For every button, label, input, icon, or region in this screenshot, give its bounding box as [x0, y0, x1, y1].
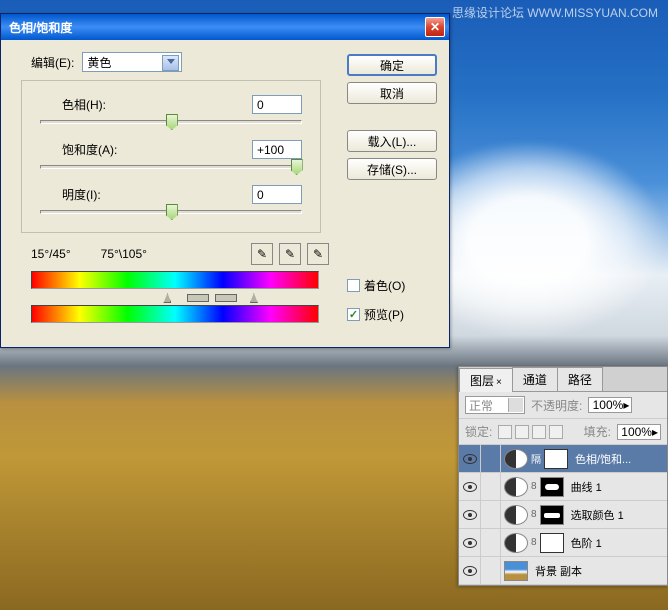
layer-name: 曲线 1 — [567, 479, 667, 495]
fill-input[interactable]: 100%▸ — [617, 424, 661, 440]
visibility-icon[interactable] — [463, 566, 477, 576]
layer-name: 色相/饱和... — [571, 451, 667, 467]
load-button[interactable]: 载入(L)... — [347, 130, 437, 152]
range-bar-icon[interactable] — [187, 294, 209, 302]
visibility-icon[interactable] — [463, 482, 477, 492]
hue-saturation-dialog: 色相/饱和度 ✕ 编辑(E): 黄色 色相(H): — [0, 13, 450, 348]
layer-item[interactable]: 隔 色相/饱和... — [459, 445, 667, 473]
chevron-icon: ▸ — [623, 398, 629, 412]
hue-input[interactable] — [252, 95, 302, 114]
lightness-label: 明度(I): — [62, 186, 101, 203]
close-button[interactable]: ✕ — [425, 17, 445, 37]
range-left: 15°/45° — [31, 247, 71, 261]
slider-thumb-icon[interactable] — [166, 114, 178, 130]
link-icon[interactable] — [481, 557, 501, 584]
tab-paths[interactable]: 路径 — [557, 367, 603, 391]
layer-list: 隔 色相/饱和... 8 曲线 1 8 选取颜色 1 8 色阶 1 — [459, 445, 667, 585]
edit-label: 编辑(E): — [31, 54, 74, 71]
layer-name: 选取颜色 1 — [567, 507, 667, 523]
chevron-down-icon — [167, 59, 175, 64]
adjustment-thumb-icon — [504, 533, 528, 553]
hue-slider[interactable] — [40, 120, 302, 124]
close-icon: × — [496, 377, 502, 388]
saturation-slider[interactable] — [40, 165, 302, 169]
layers-panel: 图层× 通道 路径 正常 不透明度: 100%▸ 锁定: 填充: 100%▸ 隔… — [458, 366, 668, 586]
adjustment-thumb-icon — [504, 505, 528, 525]
preview-checkbox[interactable] — [347, 308, 360, 321]
layer-item[interactable]: 8 色阶 1 — [459, 529, 667, 557]
layer-item[interactable]: 8 曲线 1 — [459, 473, 667, 501]
eyedropper-icon: ✎ — [257, 247, 267, 261]
colorize-label: 着色(O) — [364, 277, 405, 294]
saturation-input[interactable] — [252, 140, 302, 159]
colorize-checkbox[interactable] — [347, 279, 360, 292]
layer-item[interactable]: 8 选取颜色 1 — [459, 501, 667, 529]
slider-thumb-icon[interactable] — [166, 204, 178, 220]
cancel-button[interactable]: 取消 — [347, 82, 437, 104]
hue-spectrum-bottom — [31, 305, 319, 323]
hue-label: 色相(H): — [62, 96, 106, 113]
link-icon[interactable] — [481, 501, 501, 528]
lightness-input[interactable] — [252, 185, 302, 204]
visibility-icon[interactable] — [463, 538, 477, 548]
opacity-label: 不透明度: — [531, 397, 582, 414]
image-thumb-icon — [504, 561, 528, 581]
hue-range-markers[interactable] — [31, 293, 319, 305]
mask-thumb-icon — [540, 505, 564, 525]
tab-channels[interactable]: 通道 — [512, 367, 558, 391]
lock-all-icon[interactable] — [549, 425, 563, 439]
range-marker-icon[interactable] — [250, 293, 258, 303]
link-icon[interactable] — [481, 445, 501, 472]
close-icon: ✕ — [430, 20, 440, 34]
range-right: 75°\105° — [101, 247, 147, 261]
hue-spectrum-top — [31, 271, 319, 289]
adjustment-thumb-icon — [504, 449, 528, 469]
lightness-slider[interactable] — [40, 210, 302, 214]
save-button[interactable]: 存储(S)... — [347, 158, 437, 180]
layer-name: 色阶 1 — [567, 535, 667, 551]
adjustment-thumb-icon — [504, 477, 528, 497]
link-icon[interactable] — [481, 529, 501, 556]
eyedropper-sub-button[interactable]: ✎ — [307, 243, 329, 265]
mask-thumb-icon — [544, 449, 568, 469]
blend-mode-dropdown[interactable]: 正常 — [465, 396, 525, 414]
mask-thumb-icon — [540, 477, 564, 497]
edit-dropdown[interactable]: 黄色 — [82, 52, 182, 72]
preview-label: 预览(P) — [364, 306, 404, 323]
eyedropper-plus-icon: ✎ — [285, 247, 295, 261]
eyedropper-minus-icon: ✎ — [313, 247, 323, 261]
dialog-title: 色相/饱和度 — [9, 19, 425, 36]
layer-name: 背景 副本 — [531, 563, 667, 579]
chevron-icon: ▸ — [652, 425, 658, 439]
slider-thumb-icon[interactable] — [291, 159, 303, 175]
visibility-icon[interactable] — [463, 454, 477, 464]
fill-label: 填充: — [584, 423, 611, 440]
mask-thumb-icon — [540, 533, 564, 553]
titlebar[interactable]: 色相/饱和度 ✕ — [1, 14, 449, 40]
link-icon[interactable] — [481, 473, 501, 500]
visibility-icon[interactable] — [463, 510, 477, 520]
eyedropper-button[interactable]: ✎ — [251, 243, 273, 265]
layer-item[interactable]: 背景 副本 — [459, 557, 667, 585]
panel-tabs: 图层× 通道 路径 — [459, 367, 667, 392]
watermark: 思缘设计论坛 WWW.MISSYUAN.COM — [452, 4, 658, 21]
lock-move-icon[interactable] — [532, 425, 546, 439]
saturation-label: 饱和度(A): — [62, 141, 117, 158]
eyedropper-add-button[interactable]: ✎ — [279, 243, 301, 265]
range-marker-icon[interactable] — [163, 293, 171, 303]
lock-transparency-icon[interactable] — [498, 425, 512, 439]
lock-paint-icon[interactable] — [515, 425, 529, 439]
opacity-input[interactable]: 100%▸ — [588, 397, 632, 413]
range-bar-icon[interactable] — [215, 294, 237, 302]
tab-layers[interactable]: 图层× — [459, 368, 513, 392]
lock-label: 锁定: — [465, 423, 492, 440]
ok-button[interactable]: 确定 — [347, 54, 437, 76]
